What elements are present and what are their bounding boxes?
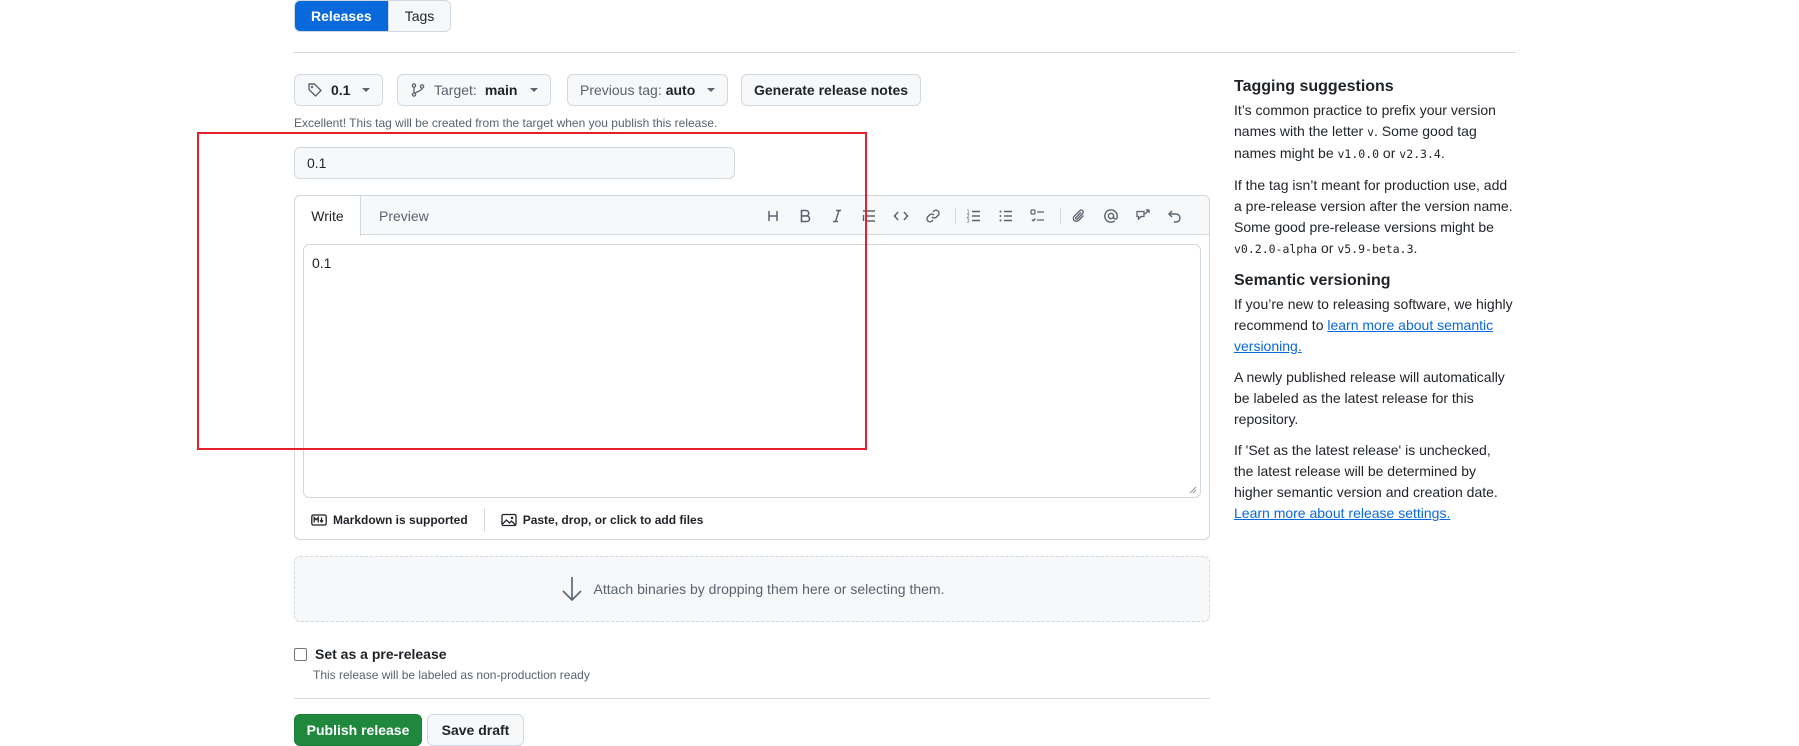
add-files-link[interactable]: Paste, drop, or click to add files [485, 512, 720, 528]
code: v5.9-beta.3 [1337, 242, 1414, 256]
attach-binaries-dropzone[interactable]: Attach binaries by dropping them here or… [294, 556, 1210, 622]
release-settings-link[interactable]: Learn more about release settings. [1234, 505, 1450, 521]
mention-icon[interactable] [1101, 206, 1121, 226]
markdown-icon [311, 512, 327, 528]
tagging-suggestions-heading: Tagging suggestions [1234, 78, 1394, 95]
release-body-text: 0.1 [312, 255, 332, 271]
attach-binaries-label: Attach binaries by dropping them here or… [593, 581, 945, 597]
text: or [1379, 145, 1400, 161]
code: v2.3.4 [1399, 147, 1441, 161]
prerelease-label[interactable]: Set as a pre-release [315, 646, 447, 662]
release-title-value: 0.1 [307, 155, 327, 171]
tag-value: 0.1 [331, 82, 351, 98]
tagging-paragraph-1: It’s common practice to prefix your vers… [1234, 100, 1514, 165]
paperclip-icon[interactable] [1069, 206, 1089, 226]
text: If the tag isn’t meant for production us… [1234, 177, 1513, 235]
branch-icon [410, 82, 426, 98]
target-value: main [484, 82, 518, 98]
editor-toolbar: Write Preview 123 [294, 195, 1209, 236]
text: . [1440, 145, 1445, 161]
releases-tags-switch: Releases Tags [294, 0, 452, 32]
unordered-list-icon[interactable] [996, 206, 1016, 226]
code-icon[interactable] [891, 206, 911, 226]
release-body-textarea[interactable]: 0.1 [303, 244, 1201, 498]
semantic-versioning-heading: Semantic versioning [1234, 272, 1391, 289]
target-label: Target: [434, 82, 477, 98]
releases-tab[interactable]: Releases [295, 1, 388, 31]
generate-release-notes-label: Generate release notes [754, 82, 909, 98]
target-branch-button[interactable]: Target: main [397, 74, 551, 106]
code: v [1367, 125, 1374, 139]
toolbar-divider [1060, 208, 1061, 224]
cross-reference-icon[interactable] [1133, 206, 1153, 226]
text: . [1413, 240, 1418, 256]
sidebar-help: Tagging suggestions It’s common practice… [1234, 76, 1514, 534]
generate-release-notes-button[interactable]: Generate release notes [741, 74, 922, 106]
semantic-paragraph-1: If you’re new to releasing software, we … [1234, 294, 1514, 357]
release-title-input[interactable]: 0.1 [294, 147, 735, 179]
chevron-down-icon [362, 88, 371, 92]
text: If 'Set as the latest release' is unchec… [1234, 442, 1498, 500]
undo-icon[interactable] [1165, 206, 1185, 226]
tag-hint-text: Excellent! This tag will be created from… [294, 116, 718, 130]
image-icon [501, 512, 517, 528]
chevron-down-icon [707, 88, 716, 92]
task-list-icon[interactable] [1028, 206, 1048, 226]
resize-handle-icon[interactable] [1189, 486, 1197, 494]
chevron-down-icon [529, 88, 538, 92]
code: v0.2.0-alpha [1234, 242, 1318, 256]
bold-icon[interactable] [795, 206, 815, 226]
italic-icon[interactable] [827, 206, 847, 226]
toolbar-divider [955, 208, 956, 224]
code: v1.0.0 [1337, 147, 1380, 161]
ordered-list-icon[interactable]: 123 [964, 206, 984, 226]
actions-divider [294, 698, 1210, 699]
svg-text:3: 3 [967, 219, 970, 225]
markdown-support-link[interactable]: Markdown is supported [295, 512, 484, 528]
tag-icon [307, 82, 323, 98]
prerelease-option: Set as a pre-release [294, 646, 447, 662]
semantic-paragraph-2: A newly published release will automatic… [1234, 369, 1505, 427]
add-files-note: Paste, drop, or click to add files [522, 513, 704, 527]
release-notes-editor: Write Preview 123 0.1 Markdown is suppor… [294, 195, 1210, 540]
arrow-down-icon [560, 575, 584, 603]
save-draft-button[interactable]: Save draft [427, 714, 524, 746]
previous-tag-label: Previous tag: [580, 82, 662, 98]
previous-tag-value: auto [665, 82, 696, 98]
publish-release-button[interactable]: Publish release [294, 714, 422, 746]
tab-preview[interactable]: Preview [379, 196, 429, 235]
tags-tab[interactable]: Tags [387, 1, 451, 31]
tag-select-button[interactable]: 0.1 [294, 74, 384, 106]
quote-icon[interactable] [859, 206, 879, 226]
previous-tag-button[interactable]: Previous tag: auto [567, 74, 729, 106]
markdown-note: Markdown is supported [333, 513, 468, 527]
tagging-paragraph-2: If the tag isn’t meant for production us… [1234, 175, 1514, 260]
tab-write[interactable]: Write [294, 195, 361, 236]
semantic-paragraph-3: If 'Set as the latest release' is unchec… [1234, 440, 1514, 524]
heading-icon[interactable] [763, 206, 783, 226]
link-icon[interactable] [923, 206, 943, 226]
editor-footer: Markdown is supported Paste, drop, or cl… [295, 501, 1209, 539]
text: or [1317, 240, 1338, 256]
prerelease-description: This release will be labeled as non-prod… [313, 668, 590, 682]
prerelease-checkbox[interactable] [294, 647, 307, 661]
header-divider [294, 52, 1516, 53]
